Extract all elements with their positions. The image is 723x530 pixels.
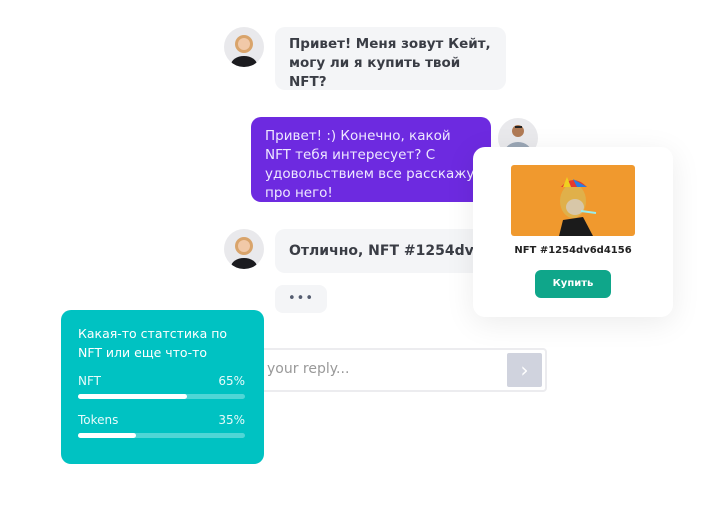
stat-progress-fill <box>78 394 187 399</box>
reply-placeholder: your reply... <box>267 361 350 377</box>
reply-input[interactable]: your reply... › <box>225 348 547 392</box>
stat-value: 65% <box>218 374 245 388</box>
stat-tokens: Tokens 35% <box>78 413 245 443</box>
kate-avatar-icon <box>231 237 257 269</box>
ape-image-icon <box>559 177 597 236</box>
stats-card: Какая-то статстика по NFT или еще что-то… <box>61 310 264 464</box>
chevron-right-icon: › <box>520 358 529 382</box>
stat-progress-track <box>78 394 245 399</box>
nft-image <box>511 165 635 236</box>
stats-title-line: NFT или еще что-то <box>78 345 208 360</box>
buy-button[interactable]: Купить <box>535 270 611 298</box>
typing-indicator: ••• <box>275 285 327 313</box>
avatar-kate <box>224 229 264 269</box>
stats-title-line: Какая-то статстика по <box>78 326 228 341</box>
stat-nft: NFT 65% <box>78 374 245 404</box>
stat-value: 35% <box>218 413 245 427</box>
nft-card: NFT #1254dv6d4156 Купить <box>473 147 673 317</box>
message-outgoing: Привет! :) Конечно, какой NFT тебя интер… <box>251 117 491 202</box>
stat-label: Tokens <box>78 413 119 427</box>
nft-name: NFT #1254dv6d4156 <box>514 245 632 256</box>
stat-progress-fill <box>78 433 137 438</box>
send-button[interactable]: › <box>507 353 542 387</box>
stat-progress-track <box>78 433 245 438</box>
message-incoming: Привет! Меня зовут Кейт, могу ли я купит… <box>275 27 506 90</box>
stat-label: NFT <box>78 374 101 388</box>
message-text: Привет! :) Конечно, какой NFT тебя интер… <box>265 128 475 201</box>
kate-avatar-icon <box>231 35 257 67</box>
avatar-kate <box>224 27 264 67</box>
message-text: Привет! Меня зовут Кейт, могу ли я купит… <box>289 36 491 90</box>
stats-title: Какая-то статстика по NFT или еще что-то <box>78 324 227 362</box>
